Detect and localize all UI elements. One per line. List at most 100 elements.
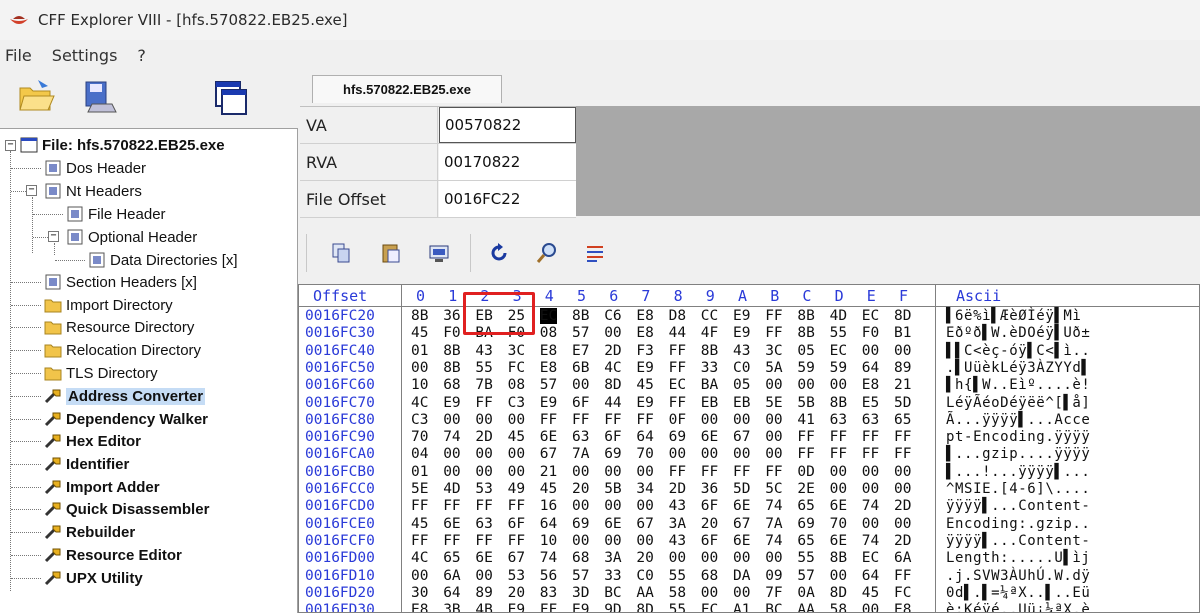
- hex-byte[interactable]: 00: [765, 377, 782, 393]
- hex-byte[interactable]: 63: [475, 516, 492, 532]
- hex-byte[interactable]: A1: [733, 602, 750, 612]
- hex-byte[interactable]: EC: [830, 343, 847, 359]
- hex-byte[interactable]: 9D: [604, 602, 621, 612]
- hex-byte[interactable]: F0: [443, 325, 460, 341]
- hex-byte[interactable]: 6E: [443, 516, 460, 532]
- hex-byte[interactable]: 00: [894, 516, 911, 532]
- ascii-text[interactable]: ÿÿÿÿ▌...Content-: [946, 533, 1090, 549]
- hex-byte[interactable]: 0F: [669, 412, 686, 428]
- hex-byte[interactable]: C6: [604, 308, 621, 324]
- ascii-text[interactable]: è;Kéÿé..Uü¡¼ªX.è: [946, 602, 1090, 612]
- hex-byte[interactable]: 00: [572, 533, 589, 549]
- hex-byte[interactable]: B1: [894, 325, 911, 341]
- hex-byte[interactable]: 6E: [830, 498, 847, 514]
- hex-byte[interactable]: 20: [701, 516, 718, 532]
- hex-byte[interactable]: 5C: [765, 481, 782, 497]
- hex-byte[interactable]: 00: [475, 446, 492, 462]
- hex-row[interactable]: 0016FCE0 45 6E 63 6F 64 69 6E 67 3A 20 67 7A 69 70 00 00…: [299, 516, 1199, 533]
- hex-byte[interactable]: C3: [411, 412, 428, 428]
- hex-byte[interactable]: 70: [636, 446, 653, 462]
- hex-byte[interactable]: 45: [508, 429, 525, 445]
- hex-byte[interactable]: 59: [830, 360, 847, 376]
- hex-byte[interactable]: FF: [443, 498, 460, 514]
- hex-byte[interactable]: 8B: [572, 308, 589, 324]
- hex-byte[interactable]: 74: [765, 498, 782, 514]
- tree-item-upx-utility[interactable]: UPX Utility: [44, 567, 143, 589]
- hex-byte[interactable]: 74: [540, 550, 557, 566]
- tree-item-import-directory[interactable]: Import Directory: [44, 294, 173, 316]
- hex-byte[interactable]: EC: [669, 377, 686, 393]
- hex-row[interactable]: 0016FD10 00 6A 00 53 56 57 33 C0 55 68 DA 09 57 00 64 FF…: [299, 568, 1199, 585]
- hex-byte[interactable]: FF: [508, 533, 525, 549]
- hex-byte[interactable]: 83: [540, 585, 557, 601]
- rva-field[interactable]: 00170822: [439, 144, 576, 180]
- hex-byte[interactable]: CC: [701, 308, 718, 324]
- hex-byte[interactable]: 64: [443, 585, 460, 601]
- ascii-text[interactable]: pt-Encoding.ÿÿÿÿ: [946, 429, 1090, 445]
- screen-button[interactable]: [424, 238, 454, 268]
- hex-byte[interactable]: 53: [508, 568, 525, 584]
- hex-byte[interactable]: E8: [540, 360, 557, 376]
- hex-byte[interactable]: 70: [830, 516, 847, 532]
- hex-byte[interactable]: FF: [443, 533, 460, 549]
- hex-byte[interactable]: 00: [862, 343, 879, 359]
- hex-byte[interactable]: 08: [540, 325, 557, 341]
- hex-byte[interactable]: E9: [636, 360, 653, 376]
- tree-item-dos-header[interactable]: Dos Header: [44, 157, 146, 179]
- hex-byte[interactable]: EC: [862, 550, 879, 566]
- hex-byte[interactable]: 4C: [411, 395, 428, 411]
- hex-row[interactable]: 0016FCC0 5E 4D 53 49 45 20 5B 34 2D 36 5D 5C 2E 00 00 00…: [299, 481, 1199, 498]
- hex-byte[interactable]: 6E: [540, 429, 557, 445]
- hex-byte[interactable]: 08: [508, 377, 525, 393]
- hex-byte[interactable]: 8B: [830, 395, 847, 411]
- hex-byte[interactable]: 10: [540, 533, 557, 549]
- hex-byte[interactable]: 00: [508, 412, 525, 428]
- hex-byte[interactable]: 45: [540, 481, 557, 497]
- hex-byte[interactable]: 04: [411, 446, 428, 462]
- hex-byte[interactable]: FF: [475, 498, 492, 514]
- hex-byte[interactable]: 8B: [797, 308, 814, 324]
- hex-byte[interactable]: 74: [443, 429, 460, 445]
- hex-byte[interactable]: 36: [701, 481, 718, 497]
- list-button[interactable]: [580, 238, 610, 268]
- hex-byte[interactable]: 33: [604, 568, 621, 584]
- hex-byte[interactable]: 64: [636, 429, 653, 445]
- hex-byte[interactable]: 59: [797, 360, 814, 376]
- hex-byte[interactable]: 00: [604, 533, 621, 549]
- ascii-text[interactable]: ▌h{▌W..Eìº....è!: [946, 377, 1090, 393]
- hex-byte[interactable]: FF: [765, 308, 782, 324]
- hex-byte[interactable]: 00: [701, 446, 718, 462]
- hex-byte[interactable]: 69: [669, 429, 686, 445]
- hex-byte[interactable]: 00: [894, 481, 911, 497]
- hex-row[interactable]: 0016FC70 4C E9 FF C3 E9 6F 44 E9 FF EB EB 5E 5B 8B E5 5D…: [299, 395, 1199, 412]
- hex-byte[interactable]: 5B: [604, 481, 621, 497]
- hex-byte[interactable]: 8B: [443, 360, 460, 376]
- hex-byte[interactable]: 55: [475, 360, 492, 376]
- hex-byte[interactable]: 7A: [572, 446, 589, 462]
- hex-byte[interactable]: 8D: [604, 377, 621, 393]
- hex-byte[interactable]: 01: [411, 343, 428, 359]
- optional-header-collapse-toggle[interactable]: −: [48, 231, 59, 242]
- hex-byte[interactable]: 09: [765, 568, 782, 584]
- hex-byte[interactable]: F0: [508, 325, 525, 341]
- hex-byte[interactable]: 67: [508, 550, 525, 566]
- hex-byte[interactable]: 6F: [701, 533, 718, 549]
- hex-byte[interactable]: 5E: [765, 395, 782, 411]
- hex-byte[interactable]: 4D: [443, 481, 460, 497]
- hex-byte[interactable]: 01: [411, 464, 428, 480]
- hex-byte[interactable]: FF: [862, 446, 879, 462]
- hex-byte[interactable]: 8D: [636, 602, 653, 612]
- hex-byte[interactable]: 55: [830, 325, 847, 341]
- hex-byte[interactable]: 44: [669, 325, 686, 341]
- hex-byte[interactable]: 45: [411, 325, 428, 341]
- hex-byte[interactable]: 00: [701, 585, 718, 601]
- hex-byte[interactable]: 05: [797, 343, 814, 359]
- tree-item-data-directories[interactable]: Data Directories [x]: [88, 249, 238, 271]
- hex-byte[interactable]: 00: [733, 585, 750, 601]
- hex-byte[interactable]: 56: [540, 568, 557, 584]
- hex-row[interactable]: 0016FC90 70 74 2D 45 6E 63 6F 64 69 6E 67 00 FF FF FF FF…: [299, 429, 1199, 446]
- hex-byte[interactable]: E8: [636, 325, 653, 341]
- menu-settings[interactable]: Settings: [46, 46, 124, 65]
- hex-byte[interactable]: 53: [475, 481, 492, 497]
- hex-byte[interactable]: 4B: [475, 602, 492, 612]
